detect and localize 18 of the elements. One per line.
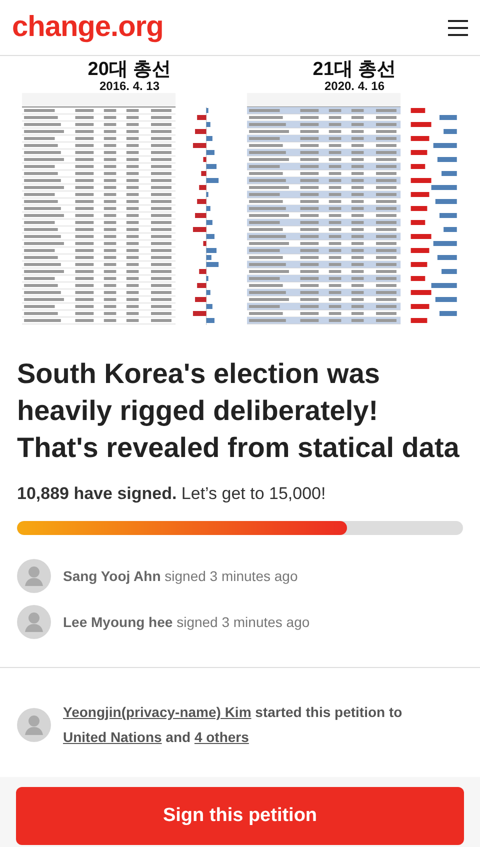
menu-icon[interactable] (448, 20, 468, 36)
table-date: 2020. 4. 16 (324, 80, 385, 93)
avatar-icon (17, 605, 51, 639)
table-title: 21대 총선 (312, 60, 396, 80)
target-link[interactable]: United Nations (63, 729, 162, 745)
avatar-icon (17, 708, 51, 742)
table-title: 20대 총선 (88, 60, 172, 80)
sign-petition-button[interactable]: Sign this petition (16, 787, 464, 845)
petition-title: South Korea's election was heavily rigged deliberately! That's revealed from statical data (17, 357, 460, 465)
others-link[interactable]: 4 others (194, 729, 249, 745)
signer-text: Sang Yooj Ahn signed 3 minutes ago (63, 568, 298, 584)
signer-text: Lee Myoung hee signed 3 minutes ago (63, 614, 310, 630)
starter-text: Yeongjin(privacy-name) Kim started this petition to United Nations and 4 others (63, 703, 404, 747)
table-date: 2016. 4. 13 (99, 80, 160, 93)
starter-link[interactable]: Yeongjin(privacy-name) Kim (63, 704, 252, 720)
signature-count: 10,889 have signed. Let’s get to 15,000! (17, 484, 327, 504)
logo[interactable]: change.org (12, 11, 164, 44)
avatar-icon (17, 559, 51, 593)
